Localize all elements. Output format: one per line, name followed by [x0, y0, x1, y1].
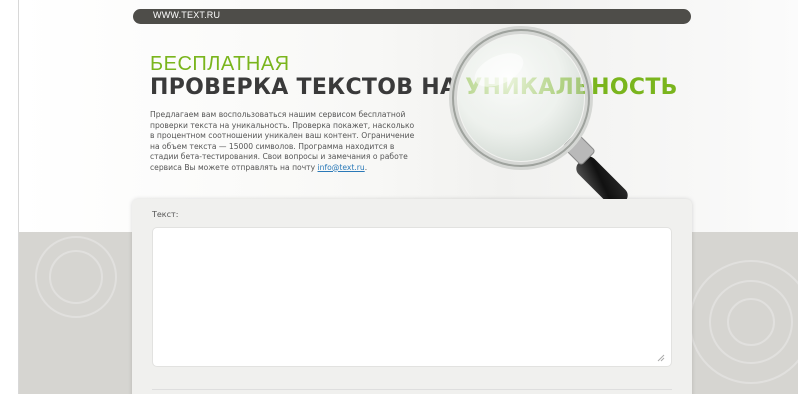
text-field-label: Текст: — [152, 210, 179, 219]
site-url[interactable]: WWW.TEXT.RU — [153, 10, 220, 20]
intro-end: . — [364, 162, 368, 172]
decor-ring — [49, 250, 103, 304]
decor-ring — [727, 298, 775, 346]
site-header-bar: WWW.TEXT.RU — [133, 9, 691, 24]
page: WWW.TEXT.RU БЕСПЛАТНАЯ ПРОВЕРКА ТЕКСТОВ … — [19, 0, 798, 394]
magnifier-icon — [449, 26, 628, 204]
text-input-area[interactable] — [152, 227, 672, 367]
browser-left-edge — [0, 0, 19, 394]
resize-handle-icon[interactable] — [657, 354, 665, 362]
intro-paragraph: Предлагаем вам воспользоваться нашим сер… — [150, 110, 418, 173]
hero-title-main: ПРОВЕРКА ТЕКСТОВ НА — [150, 75, 466, 100]
intro-text: Предлагаем вам воспользоваться нашим сер… — [150, 110, 415, 172]
text-form-card: Текст: — [132, 199, 692, 394]
form-divider — [152, 389, 672, 390]
hero-title-line1: БЕСПЛАТНАЯ — [150, 53, 290, 75]
contact-email-link[interactable]: info@text.ru — [318, 163, 365, 172]
